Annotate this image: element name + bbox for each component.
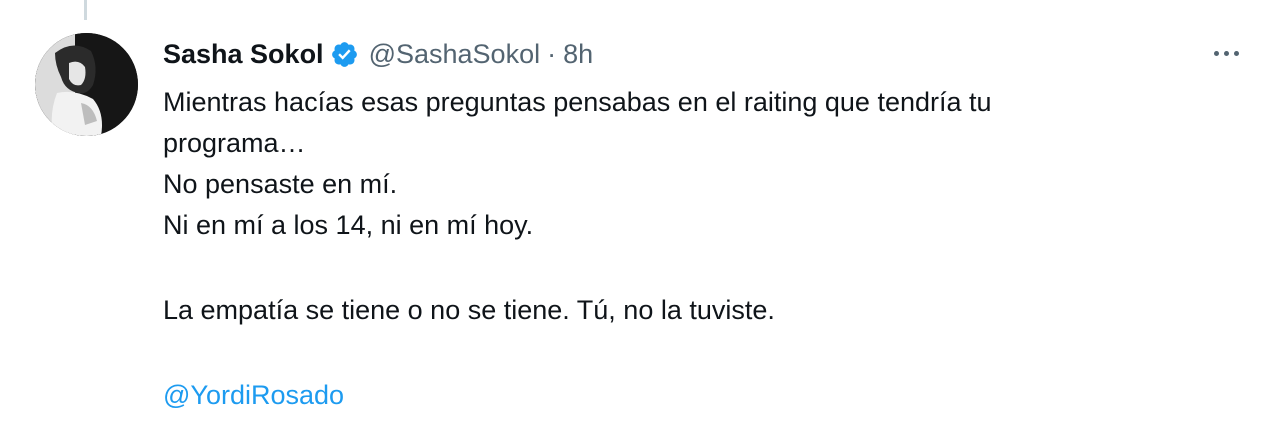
author-name[interactable]: Sasha Sokol — [163, 39, 324, 70]
tweet-line: Ni en mí a los 14, ni en mí hoy. — [163, 210, 534, 240]
author-handle[interactable]: @SashaSokol — [369, 39, 541, 70]
tweet-text: Mientras hacías esas preguntas pensabas … — [163, 82, 1163, 416]
mention-link[interactable]: @YordiRosado — [163, 375, 344, 416]
tweet[interactable]: Sasha Sokol @SashaSokol · 8h Mientras ha… — [0, 0, 1280, 443]
tweet-line: programa… — [163, 128, 306, 158]
more-options-icon[interactable] — [1208, 38, 1244, 68]
thread-connector-line — [84, 0, 87, 20]
tweet-header: Sasha Sokol @SashaSokol · 8h — [163, 34, 593, 74]
tweet-line: La empatía se tiene o no se tiene. Tú, n… — [163, 295, 775, 325]
tweet-line: No pensaste en mí. — [163, 169, 398, 199]
verified-badge-icon — [330, 40, 359, 69]
timestamp[interactable]: 8h — [563, 39, 593, 70]
separator-dot: · — [547, 38, 557, 69]
avatar-image — [35, 33, 138, 136]
avatar[interactable] — [35, 33, 138, 136]
tweet-line: Mientras hacías esas preguntas pensabas … — [163, 87, 992, 117]
